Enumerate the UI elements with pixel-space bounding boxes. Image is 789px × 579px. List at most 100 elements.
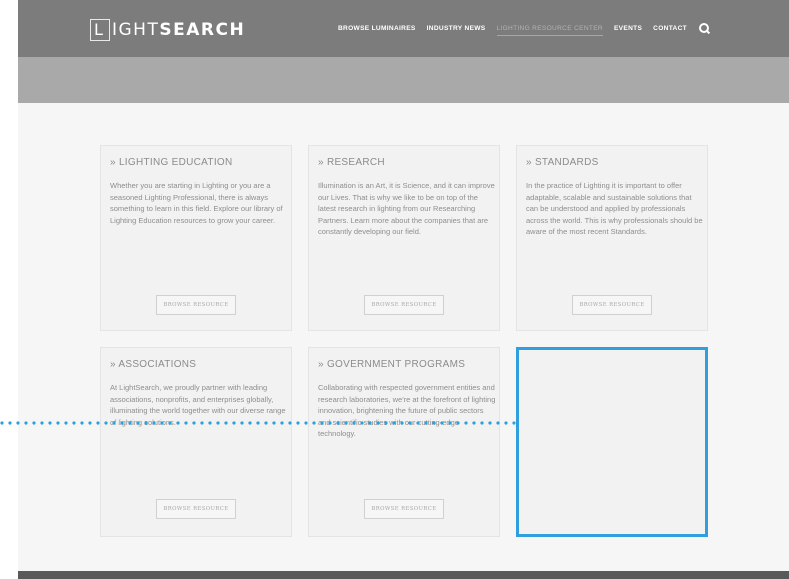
menu-industry-news[interactable]: INDUSTRY NEWS: [427, 25, 486, 32]
guide-dot: [256, 421, 260, 425]
guide-dot: [304, 421, 308, 425]
guide-dot: [248, 421, 252, 425]
top-navigation: L IGHTSEARCH BROWSE LUMINAIRES INDUSTRY …: [18, 0, 789, 57]
guide-dot: [96, 421, 100, 425]
guide-dot: [128, 421, 132, 425]
card-research: » RESEARCH Illumination is an Art, it is…: [308, 145, 500, 331]
card-body: Illumination is an Art, it is Science, a…: [318, 181, 495, 236]
guide-dot: [88, 421, 92, 425]
guide-dot: [136, 421, 140, 425]
guide-dot: [16, 421, 20, 425]
guide-dot: [176, 421, 180, 425]
guide-dot: [120, 421, 124, 425]
logo-letter: L: [94, 20, 103, 39]
guide-dot: [464, 421, 468, 425]
dotted-guide-line: [0, 421, 516, 425]
guide-dot: [104, 421, 108, 425]
card-body: Whether you are starting in Lighting or …: [110, 181, 283, 225]
guide-dot: [152, 421, 156, 425]
guide-dot: [432, 421, 436, 425]
menu-contact[interactable]: CONTACT: [653, 25, 687, 32]
card-lighting-education: » LIGHTING EDUCATION Whether you are sta…: [100, 145, 292, 331]
card-title: » GOVERNMENT PROGRAMS: [318, 359, 466, 370]
guide-dot: [80, 421, 84, 425]
card-body: In the practice of Lighting it is import…: [526, 181, 703, 236]
guide-dot: [328, 421, 332, 425]
guide-dot: [400, 421, 404, 425]
guide-dot: [72, 421, 76, 425]
guide-dot: [216, 421, 220, 425]
guide-dot: [456, 421, 460, 425]
browse-resource-button[interactable]: BROWSE RESOURCE: [156, 499, 236, 519]
footer-bar: [18, 571, 789, 579]
guide-dot: [416, 421, 420, 425]
guide-dot: [384, 421, 388, 425]
guide-dot: [336, 421, 340, 425]
logo[interactable]: L IGHTSEARCH: [90, 17, 245, 43]
menu-browse-luminaires[interactable]: BROWSE LUMINAIRES: [338, 25, 416, 32]
browse-resource-button[interactable]: BROWSE RESOURCE: [364, 499, 444, 519]
guide-dot: [320, 421, 324, 425]
menu-lighting-resource-center[interactable]: LIGHTING RESOURCE CENTER: [496, 21, 603, 36]
menu-events[interactable]: EVENTS: [614, 25, 642, 32]
guide-dot: [32, 421, 36, 425]
guide-dot: [200, 421, 204, 425]
guide-dot: [264, 421, 268, 425]
logo-text-bold: SEARCH: [159, 20, 246, 40]
guide-dot: [64, 421, 68, 425]
guide-dot: [160, 421, 164, 425]
guide-dot: [40, 421, 44, 425]
guide-dot: [496, 421, 500, 425]
card-title: » RESEARCH: [318, 157, 385, 168]
guide-dot: [424, 421, 428, 425]
browse-resource-button[interactable]: BROWSE RESOURCE: [572, 295, 652, 315]
logo-mark: L: [90, 19, 110, 41]
guide-dot: [408, 421, 412, 425]
guide-dot: [512, 421, 516, 425]
guide-dot: [472, 421, 476, 425]
guide-dot: [168, 421, 172, 425]
card-title: » STANDARDS: [526, 157, 599, 168]
guide-dot: [288, 421, 292, 425]
logo-text: IGHTSEARCH: [112, 20, 245, 40]
guide-dot: [480, 421, 484, 425]
guide-dot: [8, 421, 12, 425]
guide-dot: [232, 421, 236, 425]
guide-dot: [240, 421, 244, 425]
guide-dot: [352, 421, 356, 425]
guide-dot: [144, 421, 148, 425]
guide-dot: [192, 421, 196, 425]
guide-dot: [368, 421, 372, 425]
empty-card-placeholder[interactable]: [516, 347, 708, 537]
browse-resource-button[interactable]: BROWSE RESOURCE: [156, 295, 236, 315]
main-menu: BROWSE LUMINAIRES INDUSTRY NEWS LIGHTING…: [338, 0, 711, 57]
guide-dot: [112, 421, 116, 425]
guide-dot: [208, 421, 212, 425]
guide-dot: [344, 421, 348, 425]
guide-dot: [184, 421, 188, 425]
guide-dot: [440, 421, 444, 425]
card-standards: » STANDARDS In the practice of Lighting …: [516, 145, 708, 331]
guide-dot: [392, 421, 396, 425]
guide-dot: [504, 421, 508, 425]
search-icon[interactable]: [699, 23, 711, 35]
card-title: » LIGHTING EDUCATION: [110, 157, 233, 168]
page-frame: L IGHTSEARCH BROWSE LUMINAIRES INDUSTRY …: [18, 0, 789, 579]
card-body: Collaborating with respected government …: [318, 383, 496, 438]
guide-dot: [24, 421, 28, 425]
guide-dot: [296, 421, 300, 425]
page-banner: [18, 57, 789, 103]
browse-resource-button[interactable]: BROWSE RESOURCE: [364, 295, 444, 315]
guide-dot: [376, 421, 380, 425]
guide-dot: [48, 421, 52, 425]
guide-dot: [0, 421, 4, 425]
guide-dot: [280, 421, 284, 425]
guide-dot: [272, 421, 276, 425]
card-associations: » ASSOCIATIONS At LightSearch, we proudl…: [100, 347, 292, 537]
guide-dot: [360, 421, 364, 425]
guide-dot: [448, 421, 452, 425]
logo-text-light: IGHT: [112, 20, 160, 40]
guide-dot: [56, 421, 60, 425]
guide-dot: [224, 421, 228, 425]
guide-dot: [488, 421, 492, 425]
